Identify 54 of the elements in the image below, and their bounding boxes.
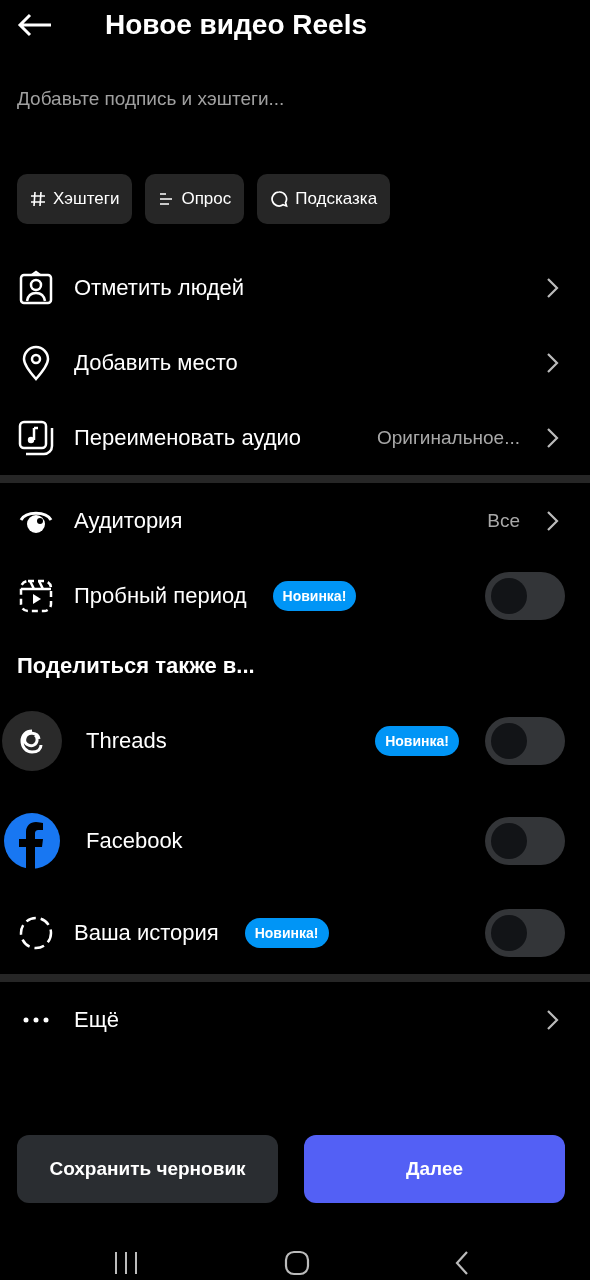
more-dots-icon — [23, 1016, 49, 1023]
caption-field[interactable]: Добавьте подпись и хэштеги... — [17, 86, 557, 112]
row-label: Отметить людей — [74, 274, 245, 301]
toggle-switch[interactable] — [485, 717, 565, 765]
chip-button[interactable]: Подсказка — [257, 174, 391, 224]
threads-logo-icon — [2, 711, 62, 771]
toggle-switch[interactable] — [485, 571, 565, 620]
reels-icon — [18, 577, 54, 614]
home-icon[interactable] — [283, 1250, 310, 1276]
share-row[interactable]: Facebook — [0, 791, 590, 891]
menu-row[interactable]: Ещё — [0, 982, 590, 1057]
chevron-right-icon — [546, 1008, 560, 1031]
location-pin-icon — [21, 344, 51, 381]
hash-icon — [30, 191, 46, 207]
section-heading: Поделиться также в... — [16, 652, 256, 680]
new-badge: Новинка! — [244, 917, 329, 948]
save-draft-button[interactable]: Сохранить черновик — [17, 1135, 278, 1203]
menu-row[interactable]: Аудитория Все — [0, 483, 590, 558]
music-note-icon — [18, 419, 54, 456]
new-badge: Новинка! — [375, 726, 459, 756]
row-label: Аудитория — [74, 507, 183, 534]
share-row[interactable]: Ваша история Новинка! — [0, 891, 590, 974]
chevron-right-icon — [546, 509, 560, 532]
row-label: Добавить место — [74, 349, 238, 376]
menu-row[interactable]: Пробный период Новинка! — [0, 558, 590, 633]
back-arrow-icon[interactable] — [17, 13, 53, 37]
menu-row[interactable]: Отметить людей — [0, 250, 590, 325]
chevron-right-icon — [546, 426, 560, 449]
new-badge: Новинка! — [272, 580, 357, 611]
chevron-right-icon — [546, 351, 560, 374]
chevron-right-icon — [546, 276, 560, 299]
recents-icon[interactable] — [113, 1251, 139, 1275]
screen-title: Новое видео Reels — [105, 9, 367, 41]
back-icon[interactable] — [454, 1250, 470, 1276]
row-value: Все — [487, 509, 520, 532]
next-button[interactable]: Далее — [304, 1135, 565, 1203]
row-label: Threads — [86, 728, 167, 754]
row-value: Оригинальное... — [377, 426, 520, 449]
toggle-switch[interactable] — [485, 817, 565, 865]
speech-bubble-icon — [270, 190, 289, 208]
row-label: Ещё — [74, 1006, 119, 1033]
dashed-circle-icon — [18, 914, 54, 951]
toggle-switch[interactable] — [485, 908, 565, 957]
list-lines-icon — [158, 191, 175, 207]
row-label: Переименовать аудио — [74, 424, 301, 451]
share-row[interactable]: Threads Новинка! — [0, 691, 590, 791]
row-label: Ваша история — [74, 919, 219, 946]
chip-button[interactable]: Хэштеги — [17, 174, 133, 224]
person-tag-icon — [18, 269, 54, 306]
row-label: Facebook — [86, 828, 183, 854]
menu-row[interactable]: Добавить место — [0, 325, 590, 400]
row-label: Пробный период — [74, 582, 247, 609]
chip-button[interactable]: Опрос — [145, 174, 245, 224]
menu-row[interactable]: Переименовать аудио Оригинальное... — [0, 400, 590, 475]
